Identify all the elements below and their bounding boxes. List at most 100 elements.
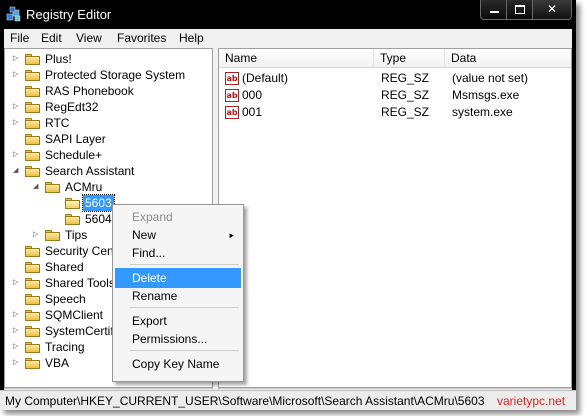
context-menu-item-rename[interactable]: Rename bbox=[115, 286, 241, 306]
expander-icon[interactable]: ▷ bbox=[13, 355, 22, 371]
folder-icon bbox=[25, 86, 41, 97]
folder-icon bbox=[25, 294, 41, 305]
minimize-button[interactable] bbox=[480, 0, 507, 20]
expander-icon[interactable]: ▷ bbox=[13, 307, 22, 323]
value-data: (value not set) bbox=[452, 71, 529, 85]
value-name: (Default) bbox=[242, 71, 289, 85]
context-menu-item-delete[interactable]: Delete bbox=[115, 268, 241, 288]
menu-separator bbox=[130, 307, 239, 308]
expander-icon[interactable] bbox=[13, 131, 22, 147]
expander-icon[interactable]: ▷ bbox=[33, 227, 42, 243]
expander-icon[interactable] bbox=[53, 195, 62, 211]
tree-item-label: RegEdt32 bbox=[45, 100, 99, 114]
column-header-type[interactable]: Type bbox=[374, 49, 445, 68]
tree-item-label: Search Assistant bbox=[45, 164, 135, 178]
expander-icon[interactable] bbox=[13, 291, 22, 307]
context-menu-item-label: New bbox=[132, 228, 157, 242]
watermark: varietypc.net bbox=[497, 394, 566, 408]
expander-icon[interactable]: ▷ bbox=[13, 51, 22, 67]
context-menu-item-copy-key-name[interactable]: Copy Key Name bbox=[115, 354, 241, 374]
maximize-button[interactable] bbox=[506, 0, 533, 20]
tree-item[interactable]: ▷ Schedule+ bbox=[5, 147, 212, 163]
column-header-data[interactable]: Data bbox=[445, 49, 571, 68]
close-icon: ✕ bbox=[546, 2, 558, 16]
expander-icon[interactable]: ▷ bbox=[13, 275, 22, 291]
tree-item-label: Plus! bbox=[45, 52, 72, 66]
expander-icon[interactable]: ▷ bbox=[13, 147, 22, 163]
value-name: 001 bbox=[242, 105, 263, 119]
context-menu-item-permissions[interactable]: Permissions... bbox=[115, 329, 241, 349]
tree-item[interactable]: ▷ Protected Storage System bbox=[5, 67, 212, 83]
tree-item[interactable]: RAS Phonebook bbox=[5, 83, 212, 99]
folder-icon bbox=[65, 214, 81, 225]
list-row[interactable]: ab (Default) REG_SZ (value not set) bbox=[219, 70, 571, 87]
tree-item-label: SAPI Layer bbox=[45, 132, 106, 146]
menu-help[interactable]: Help bbox=[179, 31, 204, 45]
window-title: Registry Editor bbox=[26, 7, 112, 22]
close-button[interactable]: ✕ bbox=[532, 0, 572, 20]
tree-item-label: Protected Storage System bbox=[45, 68, 186, 82]
expander-icon[interactable]: ◢ bbox=[13, 163, 22, 179]
tree-item-label: RTC bbox=[45, 116, 70, 130]
expander-icon[interactable] bbox=[53, 211, 62, 227]
tree-item-label: Shared bbox=[45, 260, 84, 274]
folder-icon bbox=[25, 102, 41, 113]
tree-item[interactable]: ▷ RegEdt32 bbox=[5, 99, 212, 115]
tree-item[interactable]: ▷ RTC bbox=[5, 115, 212, 131]
folder-icon bbox=[25, 118, 41, 129]
expander-icon[interactable]: ◢ bbox=[33, 179, 42, 195]
expander-icon[interactable] bbox=[13, 243, 22, 259]
tree-item-label: Tracing bbox=[45, 340, 85, 354]
folder-icon bbox=[25, 358, 41, 369]
folder-icon bbox=[25, 54, 41, 65]
submenu-arrow-icon: ▸ bbox=[229, 230, 234, 240]
tree-item-label: SQMClient bbox=[45, 308, 104, 322]
menu-edit[interactable]: Edit bbox=[41, 31, 62, 45]
tree-item-label: VBA bbox=[45, 356, 70, 370]
expander-icon[interactable]: ▷ bbox=[13, 99, 22, 115]
menu-file[interactable]: File bbox=[10, 31, 29, 45]
menu-bar: File Edit View Favorites Help bbox=[4, 29, 572, 47]
context-menu: Expand New ▸ Find... Delete Rename Export Permi… bbox=[112, 204, 244, 382]
context-menu-item-expand: Expand bbox=[115, 207, 241, 227]
context-menu-item-label: Permissions... bbox=[132, 332, 208, 346]
expander-icon[interactable]: ▷ bbox=[13, 115, 22, 131]
expander-icon[interactable] bbox=[13, 83, 22, 99]
string-value-icon: ab bbox=[225, 106, 239, 119]
menu-view[interactable]: View bbox=[76, 31, 102, 45]
tree-item[interactable]: ◢ ACMru bbox=[5, 179, 212, 195]
tree-item-label: 5603 bbox=[82, 194, 115, 212]
registry-editor-window: Registry Editor ✕ File Edit View Favorit… bbox=[0, 0, 576, 410]
expander-icon[interactable]: ▷ bbox=[13, 67, 22, 83]
value-name: 000 bbox=[242, 88, 263, 102]
title-bar[interactable]: Registry Editor ✕ bbox=[0, 0, 576, 29]
expander-icon[interactable]: ▷ bbox=[13, 323, 22, 339]
list-row[interactable]: ab 001 REG_SZ system.exe bbox=[219, 104, 571, 121]
context-menu-item-find[interactable]: Find... bbox=[115, 243, 241, 263]
folder-icon bbox=[65, 198, 81, 209]
registry-value-list[interactable]: Name Type Data ab (Default) REG_SZ (valu… bbox=[218, 48, 572, 388]
menu-separator bbox=[130, 264, 239, 265]
column-header-name[interactable]: Name bbox=[219, 49, 374, 68]
context-menu-item-label: Find... bbox=[132, 246, 166, 260]
tree-item-label: Tips bbox=[65, 228, 88, 242]
client-area: File Edit View Favorites Help ▷ Plus! ▷ Pro… bbox=[4, 29, 572, 406]
context-menu-item-new[interactable]: New ▸ bbox=[115, 225, 241, 245]
menu-favorites[interactable]: Favorites bbox=[117, 31, 166, 45]
value-type: REG_SZ bbox=[381, 105, 430, 119]
expander-icon[interactable] bbox=[13, 259, 22, 275]
folder-icon bbox=[45, 182, 61, 193]
value-type: REG_SZ bbox=[381, 88, 430, 102]
tree-item[interactable]: SAPI Layer bbox=[5, 131, 212, 147]
tree-item[interactable]: ▷ Plus! bbox=[5, 51, 212, 67]
list-row[interactable]: ab 000 REG_SZ Msmsgs.exe bbox=[219, 87, 571, 104]
folder-icon bbox=[25, 166, 41, 177]
context-menu-item-label: Rename bbox=[132, 289, 178, 303]
maximize-icon bbox=[515, 5, 525, 14]
expander-icon[interactable]: ▷ bbox=[13, 339, 22, 355]
folder-icon bbox=[25, 326, 41, 337]
tree-item[interactable]: ◢ Search Assistant bbox=[5, 163, 212, 179]
tree-item-label: ACMru bbox=[65, 180, 103, 194]
context-menu-item-label: Delete bbox=[132, 271, 167, 285]
context-menu-item-export[interactable]: Export bbox=[115, 311, 241, 331]
